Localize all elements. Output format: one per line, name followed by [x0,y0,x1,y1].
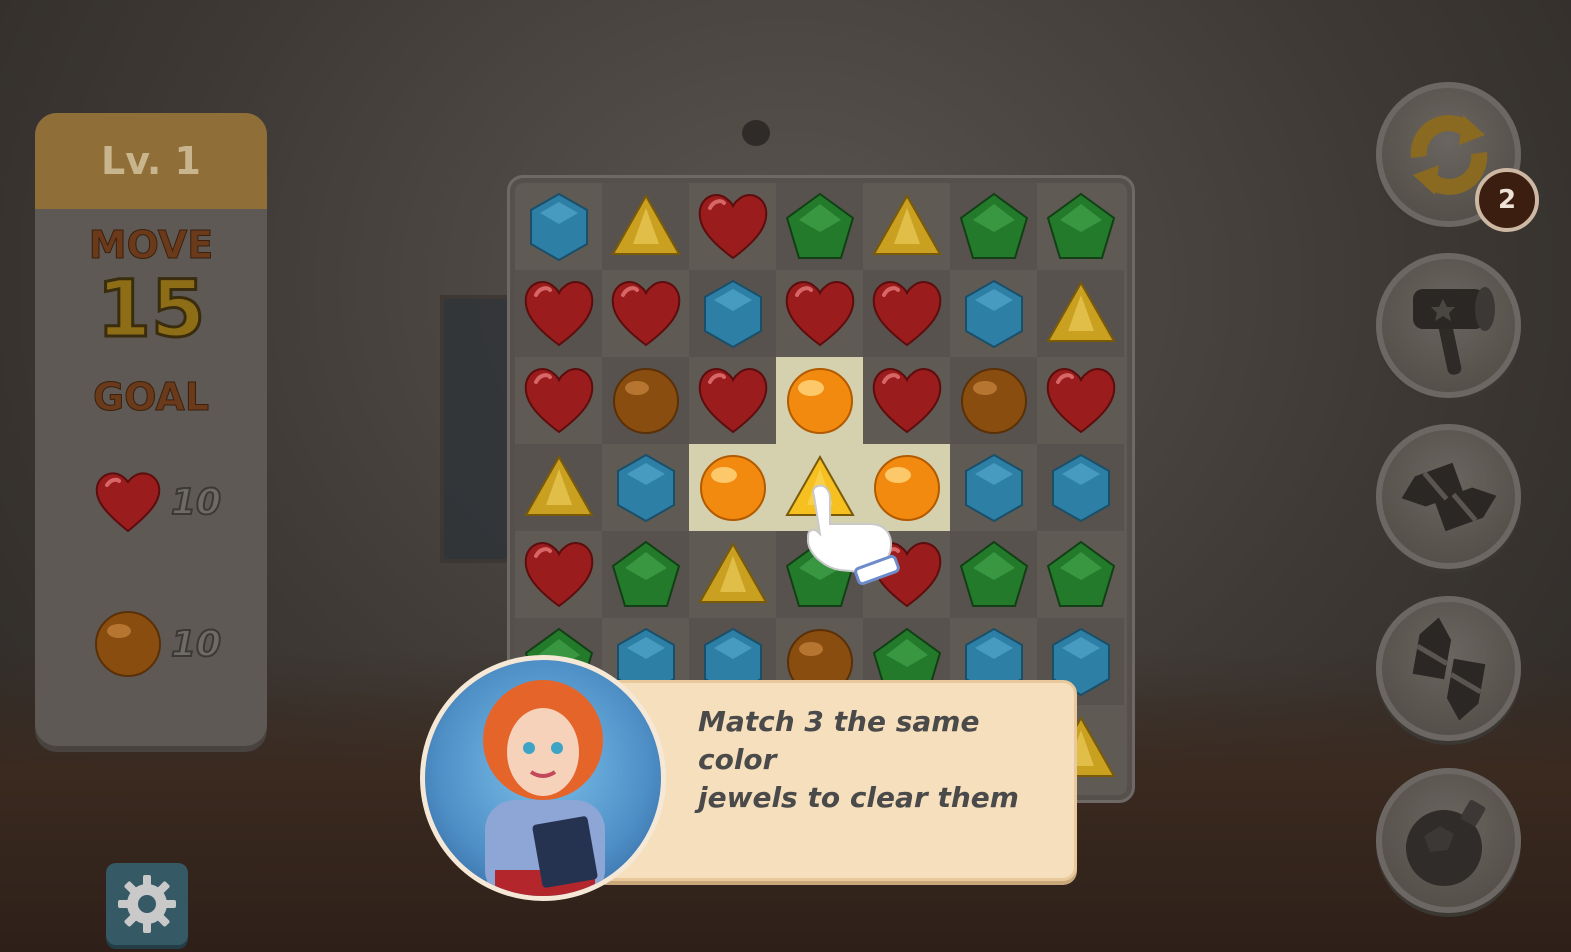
heart-gem-icon [1046,367,1115,433]
pent-gem-icon [611,540,680,607]
pent-gem-icon [959,192,1028,259]
board-cell[interactable] [602,444,689,531]
hammer-icon [1412,286,1495,375]
board-cell[interactable] [515,183,602,270]
rocket-icon [1401,462,1496,531]
heart-gem-icon [872,280,941,346]
board-cell[interactable] [1037,270,1124,357]
board-cell[interactable] [689,183,776,270]
tri-gem-icon [1045,280,1116,342]
heart-gem-icon [698,367,767,433]
board-cell[interactable] [776,183,863,270]
pent-gem-icon [1046,192,1115,259]
rocket-icon [1412,616,1485,721]
heart-gem-icon [611,280,680,346]
heart-gem-icon [524,280,593,346]
hex-gem-icon [616,453,675,522]
hex-gem-icon [964,453,1023,522]
pent-gem-icon [785,192,854,259]
pent-gem-icon [959,540,1028,607]
orange-gem-icon [699,454,766,521]
board-cell[interactable] [1037,444,1124,531]
level-panel: Lv. 1 MOVE 15 GOAL 10 10 [35,113,267,746]
board-cell[interactable] [1037,531,1124,618]
board-cell[interactable] [950,444,1037,531]
tutorial-message: Match 3 the same color jewels to clear t… [698,703,1058,817]
heart-gem-icon [524,541,593,607]
board-cell[interactable] [515,444,602,531]
horizontal-rocket-booster-button[interactable] [1376,424,1521,569]
tutorial-message-line2: jewels to clear them [698,781,1019,814]
board-cell[interactable] [1037,183,1124,270]
goal-orb-count: 10 [170,623,222,666]
board-cell[interactable] [689,270,776,357]
gear-icon [118,875,176,933]
board-cell[interactable] [863,357,950,444]
brown-gem-icon [612,367,679,434]
board-cell[interactable] [950,531,1037,618]
board-cell[interactable] [863,270,950,357]
tri-gem-icon [871,193,942,255]
move-label: MOVE [88,223,214,268]
goal-heart: 10 [93,469,222,535]
board-cell[interactable] [602,531,689,618]
brown-orb-gem-icon [95,611,161,677]
hex-gem-icon [703,279,762,348]
goal-label: GOAL [92,375,210,420]
settings-button[interactable] [106,863,188,945]
brown-gem-icon [960,367,1027,434]
goal-heart-count: 10 [170,481,222,524]
hex-gem-icon [1051,453,1110,522]
heart-gem-icon [524,367,593,433]
board-cell[interactable] [515,357,602,444]
level-label: Lv. 1 [35,113,267,209]
board-cell[interactable] [515,531,602,618]
goal-orb: 10 [93,609,222,679]
orange-gem-icon [786,367,853,434]
hex-gem-icon [964,279,1023,348]
board-cell[interactable] [689,444,776,531]
board-cell[interactable] [602,183,689,270]
background-lamp [742,120,770,146]
board-cell[interactable] [950,270,1037,357]
board-cell[interactable] [950,183,1037,270]
board-cell[interactable] [776,270,863,357]
tri-gem-icon [523,454,594,516]
heart-gem-icon [698,193,767,259]
hammer-booster-button[interactable] [1376,253,1521,398]
tutorial-message-line1: Match 3 the same color [698,705,980,776]
tutorial-pointer-hand-icon [807,484,900,586]
heart-gem-icon [785,280,854,346]
board-cell[interactable] [689,357,776,444]
board-cell[interactable] [689,531,776,618]
pent-gem-icon [1046,540,1115,607]
board-cell[interactable] [1037,357,1124,444]
character-illustration [483,680,605,896]
board-cell[interactable] [602,270,689,357]
board-cell[interactable] [776,357,863,444]
hex-gem-icon [529,192,588,261]
board-cell[interactable] [515,270,602,357]
bomb-icon [1405,799,1485,886]
board-cell[interactable] [602,357,689,444]
heart-gem-icon [872,367,941,433]
heart-gem-icon [95,472,161,533]
tri-gem-icon [610,193,681,255]
tri-gem-icon [697,541,768,603]
vertical-rocket-booster-button[interactable] [1376,596,1521,741]
moves-left-count: 15 [95,265,207,355]
board-cell[interactable] [863,183,950,270]
bomb-booster-button[interactable] [1376,768,1521,913]
board-cell[interactable] [950,357,1037,444]
shuffle-count-badge: 2 [1475,168,1539,232]
tutorial-character-avatar [420,655,666,901]
